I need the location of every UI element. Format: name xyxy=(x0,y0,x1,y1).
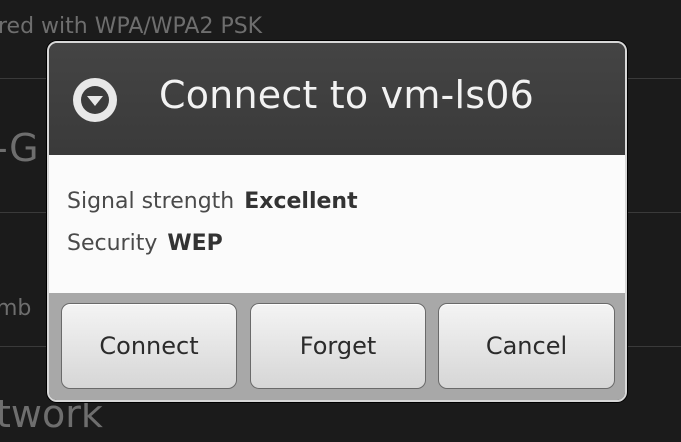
dialog-header: Connect to vm-ls06 xyxy=(49,43,625,155)
cancel-button[interactable]: Cancel xyxy=(438,303,615,389)
security-value: WEP xyxy=(167,231,223,256)
signal-strength-value: Excellent xyxy=(244,189,358,214)
background-row-security-text: red with WPA/WPA2 PSK xyxy=(0,14,263,39)
security-label: Security xyxy=(67,231,158,256)
dialog-title: Connect to vm-ls06 xyxy=(159,73,534,117)
signal-strength-row: Signal strength Excellent xyxy=(67,189,358,214)
connect-button[interactable]: Connect xyxy=(61,303,237,389)
dialog-body: Signal strength Excellent Security WEP xyxy=(49,155,625,293)
forget-button[interactable]: Forget xyxy=(250,303,426,389)
security-row: Security WEP xyxy=(67,231,223,256)
signal-strength-label: Signal strength xyxy=(67,189,235,214)
wifi-dropdown-icon xyxy=(73,78,117,122)
connect-dialog: Connect to vm-ls06 Signal strength Excell… xyxy=(47,41,627,402)
dialog-button-bar: Connect Forget Cancel xyxy=(49,293,625,400)
